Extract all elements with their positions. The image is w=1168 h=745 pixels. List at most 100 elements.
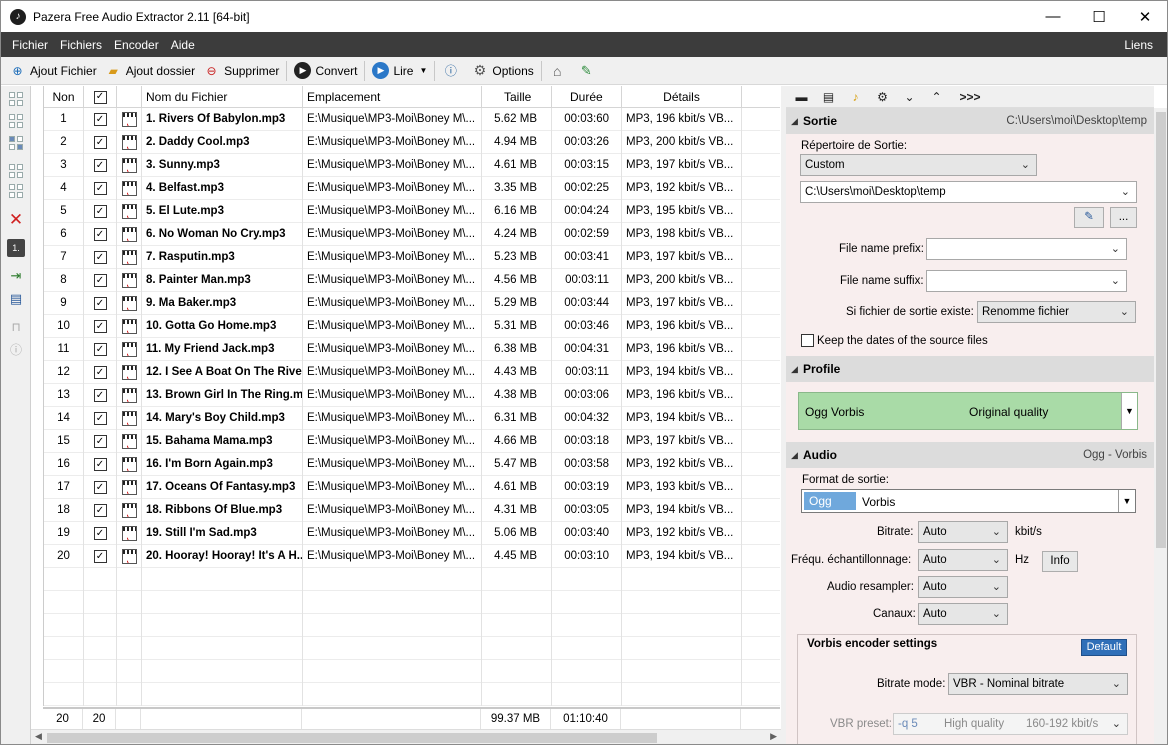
pin-button[interactable]: ✎ — [574, 59, 603, 83]
table-row[interactable]: 6 ✓ 6. No Woman No Cry.mp3E:\Musique\MP3-M… — [44, 223, 780, 246]
output-dir-path-combo[interactable]: C:\Users\moi\Desktop\temp ⌄ — [800, 181, 1137, 203]
row-checkbox[interactable]: ✓ — [93, 113, 107, 126]
row-checkbox[interactable]: ✓ — [93, 182, 107, 195]
resampler-select[interactable]: Auto ⌄ — [918, 576, 1008, 598]
row-checkbox[interactable]: ✓ — [93, 159, 107, 172]
table-row[interactable]: 10 ✓ 10. Gotta Go Home.mp3E:\Musique\MP3-M… — [44, 315, 780, 338]
scroll-thumb[interactable] — [1156, 112, 1166, 548]
row-checkbox-cell[interactable]: ✓ — [84, 430, 117, 453]
col-no[interactable]: Non — [44, 86, 84, 108]
row-checkbox[interactable]: ✓ — [93, 274, 107, 287]
col-name[interactable]: Nom du Fichier — [142, 86, 303, 108]
keep-dates-checkbox[interactable] — [801, 334, 814, 347]
maximize-button[interactable]: ☐ — [1076, 1, 1122, 32]
table-row[interactable]: 1 ✓ 1. Rivers Of Babylon.mp3E:\Musique\MP3… — [44, 108, 780, 131]
table-row[interactable]: 8 ✓ 8. Painter Man.mp3E:\Musique\MP3-Moi\B… — [44, 269, 780, 292]
row-checkbox[interactable]: ✓ — [93, 297, 107, 310]
table-row[interactable]: 9 ✓ 9. Ma Baker.mp3E:\Musique\MP3-Moi\Bone… — [44, 292, 780, 315]
menu-liens[interactable]: Liens — [1118, 38, 1159, 52]
row-checkbox-cell[interactable]: ✓ — [84, 131, 117, 154]
add-folder-button[interactable]: ▰ Ajout dossier — [101, 59, 199, 83]
convert-button[interactable]: ▶ Convert — [290, 59, 361, 83]
channels-select[interactable]: Auto ⌄ — [918, 603, 1008, 625]
lock-icon[interactable]: ⊓ — [7, 318, 25, 336]
row-checkbox-cell[interactable]: ✓ — [84, 315, 117, 338]
row-checkbox[interactable]: ✓ — [93, 527, 107, 540]
settings-vertical-scrollbar[interactable] — [1154, 108, 1167, 744]
row-checkbox-cell[interactable]: ✓ — [84, 545, 117, 568]
numbering-icon[interactable]: 1. — [7, 239, 25, 257]
row-checkbox[interactable]: ✓ — [93, 435, 107, 448]
export-list-icon[interactable]: ▤ — [7, 290, 25, 308]
expand-all-button[interactable]: >>> — [950, 90, 990, 104]
chevron-down-icon[interactable]: ⌄ — [896, 90, 923, 104]
invert-selection-icon[interactable] — [7, 134, 25, 152]
table-row[interactable]: 11 ✓ 11. My Friend Jack.mp3E:\Musique\MP3-… — [44, 338, 780, 361]
bitrate-mode-select[interactable]: VBR - Nominal bitrate ⌄ — [948, 673, 1128, 695]
gear-icon[interactable]: ⚙ — [869, 90, 896, 104]
uncheck-all-icon[interactable] — [7, 182, 25, 200]
row-checkbox[interactable]: ✓ — [93, 389, 107, 402]
row-checkbox-cell[interactable]: ✓ — [84, 246, 117, 269]
row-checkbox-cell[interactable]: ✓ — [84, 200, 117, 223]
row-checkbox-cell[interactable]: ✓ — [84, 292, 117, 315]
table-row[interactable]: 16 ✓ 16. I'm Born Again.mp3E:\Musique\MP3-… — [44, 453, 780, 476]
check-all-checkbox[interactable]: ✓ — [93, 90, 107, 104]
table-row[interactable]: 12 ✓ 12. I See A Boat On The Rive...E:\Mus… — [44, 361, 780, 384]
row-checkbox-cell[interactable]: ✓ — [84, 338, 117, 361]
row-checkbox[interactable]: ✓ — [93, 481, 107, 494]
file-exists-select[interactable]: Renomme fichier ⌄ — [977, 301, 1136, 323]
col-details[interactable]: Détails — [622, 86, 742, 108]
samplerate-select[interactable]: Auto ⌄ — [918, 549, 1008, 571]
scroll-right-icon[interactable]: ▶ — [770, 731, 777, 742]
folder-icon[interactable]: ▬ — [788, 90, 815, 104]
table-row[interactable]: 17 ✓ 17. Oceans Of Fantasy.mp3E:\Musique\M… — [44, 476, 780, 499]
menu-aide[interactable]: Aide — [165, 38, 201, 52]
row-checkbox-cell[interactable]: ✓ — [84, 269, 117, 292]
select-none-icon[interactable] — [7, 112, 25, 130]
vbr-preset-select[interactable]: -q 5 High quality 160-192 kbit/s ⌄ — [893, 713, 1128, 735]
menu-fichier[interactable]: Fichier — [6, 38, 54, 52]
row-checkbox-cell[interactable]: ✓ — [84, 223, 117, 246]
row-checkbox[interactable]: ✓ — [93, 320, 107, 333]
row-checkbox[interactable]: ✓ — [93, 136, 107, 149]
table-row[interactable]: 7 ✓ 7. Rasputin.mp3E:\Musique\MP3-Moi\Bone… — [44, 246, 780, 269]
row-checkbox-cell[interactable]: ✓ — [84, 499, 117, 522]
table-row[interactable]: 13 ✓ 13. Brown Girl In The Ring.m...E:\Mus… — [44, 384, 780, 407]
col-location[interactable]: Emplacement — [303, 86, 482, 108]
scroll-left-icon[interactable]: ◀ — [35, 731, 42, 742]
profile-section-header[interactable]: ◢ Profile — [786, 356, 1154, 382]
table-row[interactable]: 3 ✓ 3. Sunny.mp3E:\Musique\MP3-Moi\Boney M… — [44, 154, 780, 177]
horizontal-scrollbar[interactable]: ◀ ▶ — [31, 729, 781, 744]
row-checkbox-cell[interactable]: ✓ — [84, 177, 117, 200]
profile-select[interactable]: Ogg Vorbis Original quality ▼ — [798, 392, 1138, 430]
browse-button[interactable]: ... — [1110, 207, 1137, 228]
row-checkbox-cell[interactable]: ✓ — [84, 407, 117, 430]
row-checkbox[interactable]: ✓ — [93, 343, 107, 356]
col-duration[interactable]: Durée — [552, 86, 622, 108]
table-row[interactable]: 2 ✓ 2. Daddy Cool.mp3E:\Musique\MP3-Moi\Bo… — [44, 131, 780, 154]
document-icon[interactable]: ▤ — [815, 90, 842, 104]
row-checkbox[interactable]: ✓ — [93, 205, 107, 218]
import-list-icon[interactable]: ⇥ — [7, 267, 25, 285]
menu-encoder[interactable]: Encoder — [108, 38, 165, 52]
suffix-combo[interactable]: ⌄ — [926, 270, 1127, 292]
table-row[interactable]: 18 ✓ 18. Ribbons Of Blue.mp3E:\Musique\MP3… — [44, 499, 780, 522]
delete-button[interactable]: ⊖ Supprimer — [199, 59, 283, 83]
options-button[interactable]: ⚙ Options — [467, 59, 537, 83]
audio-section-header[interactable]: ◢ Audio Ogg - Vorbis — [786, 442, 1154, 468]
row-checkbox-cell[interactable]: ✓ — [84, 384, 117, 407]
edit-path-button[interactable]: ✎ — [1074, 207, 1104, 228]
row-checkbox-cell[interactable]: ✓ — [84, 154, 117, 177]
bitrate-select[interactable]: Auto ⌄ — [918, 521, 1008, 543]
output-dir-mode-select[interactable]: Custom ⌄ — [800, 154, 1037, 176]
row-checkbox[interactable]: ✓ — [93, 228, 107, 241]
menu-fichiers[interactable]: Fichiers — [54, 38, 108, 52]
table-row[interactable]: 4 ✓ 4. Belfast.mp3E:\Musique\MP3-Moi\Boney… — [44, 177, 780, 200]
output-section-header[interactable]: ◢ Sortie C:\Users\moi\Desktop\temp — [786, 108, 1154, 134]
select-all-icon[interactable] — [7, 90, 25, 108]
row-checkbox-cell[interactable]: ✓ — [84, 361, 117, 384]
music-note-icon[interactable]: ♪ — [842, 90, 869, 104]
col-check[interactable]: ✓ — [84, 86, 117, 108]
table-row[interactable]: 20 ✓ 20. Hooray! Hooray! It's A H...E:\Mus… — [44, 545, 780, 568]
